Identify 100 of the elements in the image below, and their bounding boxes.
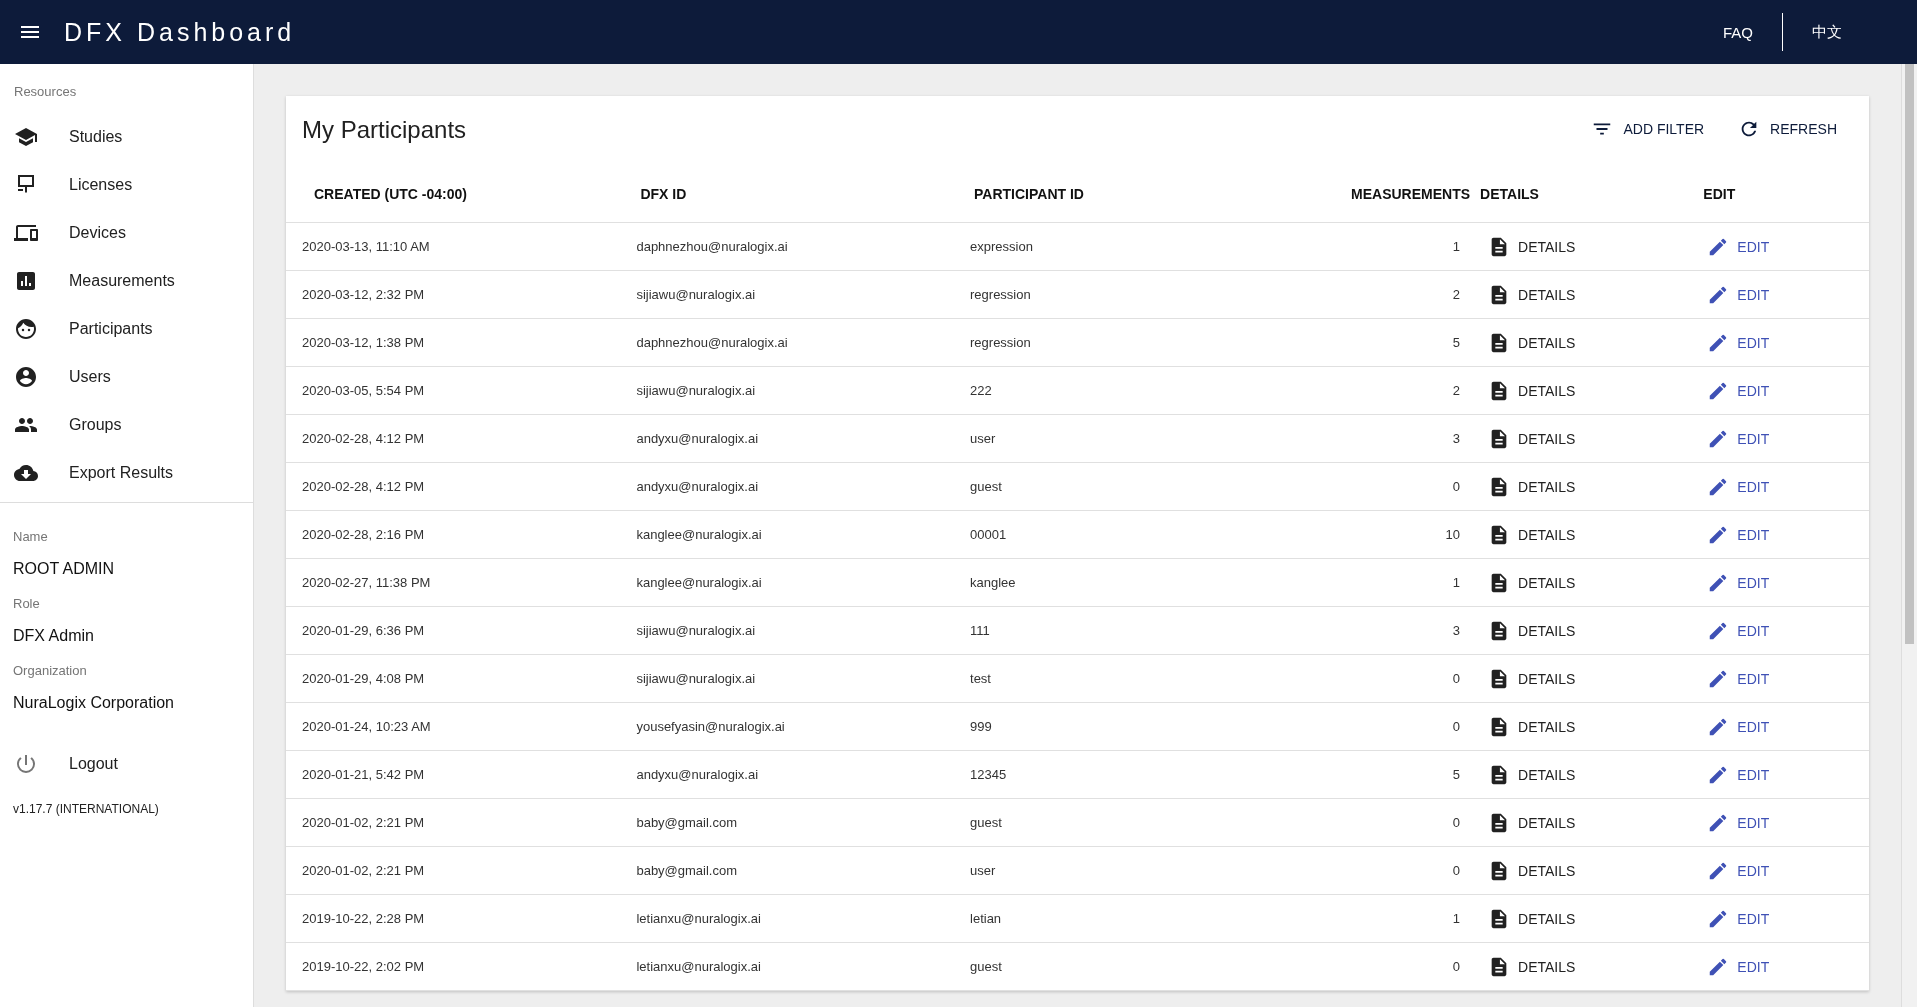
- table-cell: andyxu@nuralogix.ai: [636, 479, 759, 494]
- table-cell: 10: [1445, 527, 1461, 542]
- nav-item[interactable]: Users: [0, 353, 253, 401]
- edit-button[interactable]: EDIT: [1703, 423, 1774, 454]
- table-cell: 0: [1452, 959, 1461, 974]
- table-cell: 5: [1452, 767, 1461, 782]
- details-button[interactable]: DETAILS: [1484, 759, 1580, 790]
- table-cell: expression: [970, 239, 1033, 254]
- edit-button[interactable]: EDIT: [1703, 279, 1774, 310]
- details-button[interactable]: DETAILS: [1484, 567, 1580, 598]
- table-cell: daphnezhou@nuralogix.ai: [636, 335, 788, 350]
- table-cell: letianxu@nuralogix.ai: [636, 959, 761, 974]
- field-label: Organization: [12, 662, 88, 678]
- details-button[interactable]: DETAILS: [1484, 471, 1580, 502]
- app-title: DFX Dashboard: [64, 17, 296, 47]
- details-button[interactable]: DETAILS: [1484, 327, 1580, 358]
- scrollbar[interactable]: [1901, 64, 1917, 1007]
- details-button[interactable]: DETAILS: [1484, 375, 1580, 406]
- table-cell: 5: [1452, 335, 1461, 350]
- details-button[interactable]: DETAILS: [1484, 663, 1580, 694]
- details-button[interactable]: DETAILS: [1484, 615, 1580, 646]
- table-cell: 2020-02-28, 2:16 PM: [302, 527, 425, 542]
- table-cell: sijiawu@nuralogix.ai: [636, 623, 756, 638]
- edit-button[interactable]: EDIT: [1703, 615, 1774, 646]
- table-cell: 2020-01-24, 10:23 AM: [302, 719, 431, 734]
- logout-item[interactable]: Logout: [0, 740, 253, 788]
- details-button[interactable]: DETAILS: [1484, 951, 1580, 982]
- table-cell: 2020-01-02, 2:21 PM: [302, 815, 425, 830]
- table-cell: 12345: [970, 767, 1007, 782]
- edit-button[interactable]: EDIT: [1703, 327, 1774, 358]
- section-label: Resources: [13, 83, 78, 101]
- table-cell: 2020-01-29, 6:36 PM: [302, 623, 425, 638]
- edit-button[interactable]: EDIT: [1703, 519, 1774, 550]
- column-header: DFX ID: [640, 186, 687, 202]
- edit-button[interactable]: EDIT: [1703, 567, 1774, 598]
- table-cell: 2020-03-12, 1:38 PM: [302, 335, 425, 350]
- edit-button[interactable]: EDIT: [1703, 951, 1774, 982]
- table-cell: 2020-02-28, 4:12 PM: [302, 479, 425, 494]
- field-value: NuraLogix Corporation: [12, 693, 175, 712]
- table-cell: guest: [970, 959, 1002, 974]
- edit-button[interactable]: EDIT: [1703, 711, 1774, 742]
- power-icon: [14, 752, 38, 776]
- table-cell: test: [970, 671, 991, 686]
- details-button[interactable]: DETAILS: [1484, 519, 1580, 550]
- edit-button[interactable]: EDIT: [1703, 807, 1774, 838]
- details-button[interactable]: DETAILS: [1484, 807, 1580, 838]
- edit-button[interactable]: EDIT: [1703, 663, 1774, 694]
- table-cell: regression: [970, 335, 1031, 350]
- table-cell: 111: [970, 623, 990, 638]
- table-cell: sijiawu@nuralogix.ai: [636, 671, 756, 686]
- details-button[interactable]: DETAILS: [1484, 711, 1580, 742]
- header-link[interactable]: 中文: [1802, 14, 1852, 50]
- edit-button[interactable]: EDIT: [1703, 231, 1774, 262]
- table-cell: 3: [1452, 431, 1461, 446]
- table-cell: andyxu@nuralogix.ai: [636, 431, 759, 446]
- bar-chart-icon: [14, 269, 38, 293]
- details-button[interactable]: DETAILS: [1484, 231, 1580, 262]
- nav-item[interactable]: Export Results: [0, 449, 253, 497]
- table-cell: 0: [1452, 479, 1461, 494]
- edit-button[interactable]: EDIT: [1703, 759, 1774, 790]
- table-cell: 0: [1452, 863, 1461, 878]
- edit-button[interactable]: EDIT: [1703, 375, 1774, 406]
- table-cell: guest: [970, 815, 1002, 830]
- details-button[interactable]: DETAILS: [1484, 423, 1580, 454]
- edit-button[interactable]: EDIT: [1703, 471, 1774, 502]
- table-cell: 2020-01-02, 2:21 PM: [302, 863, 425, 878]
- nav-item[interactable]: Groups: [0, 401, 253, 449]
- field-value: DFX Admin: [12, 626, 95, 645]
- column-header: EDIT: [1703, 186, 1736, 202]
- table-cell: sijiawu@nuralogix.ai: [636, 383, 756, 398]
- face-icon: [14, 317, 38, 341]
- table-cell: user: [970, 863, 996, 878]
- details-button[interactable]: DETAILS: [1484, 903, 1580, 934]
- table-cell: 222: [970, 383, 992, 398]
- toolbar-button[interactable]: ADD FILTER: [1583, 112, 1713, 146]
- details-button[interactable]: DETAILS: [1484, 279, 1580, 310]
- table-cell: regression: [970, 287, 1031, 302]
- table-cell: user: [970, 431, 996, 446]
- edit-button[interactable]: EDIT: [1703, 855, 1774, 886]
- table-cell: 2020-02-27, 11:38 PM: [302, 575, 431, 590]
- toolbar-button[interactable]: REFRESH: [1730, 112, 1845, 146]
- table-cell: daphnezhou@nuralogix.ai: [636, 239, 788, 254]
- table-cell: andyxu@nuralogix.ai: [636, 767, 759, 782]
- nav-item[interactable]: Devices: [0, 209, 253, 257]
- column-header: CREATED (UTC -04:00): [314, 186, 467, 202]
- table-cell: baby@gmail.com: [636, 863, 738, 878]
- table-cell: 2019-10-22, 2:02 PM: [302, 959, 425, 974]
- details-button[interactable]: DETAILS: [1484, 855, 1580, 886]
- table-cell: 999: [970, 719, 992, 734]
- nav-item[interactable]: Measurements: [0, 257, 253, 305]
- nav-item[interactable]: Participants: [0, 305, 253, 353]
- table-cell: kanglee@nuralogix.ai: [636, 527, 762, 542]
- nav-item[interactable]: Licenses: [0, 161, 253, 209]
- nav-item[interactable]: Studies: [0, 113, 253, 161]
- table-cell: baby@gmail.com: [636, 815, 738, 830]
- table-cell: 2: [1452, 287, 1461, 302]
- table-cell: letian: [970, 911, 1002, 926]
- header-link[interactable]: FAQ: [1713, 15, 1763, 49]
- edit-button[interactable]: EDIT: [1703, 903, 1774, 934]
- table-cell: 2: [1452, 383, 1461, 398]
